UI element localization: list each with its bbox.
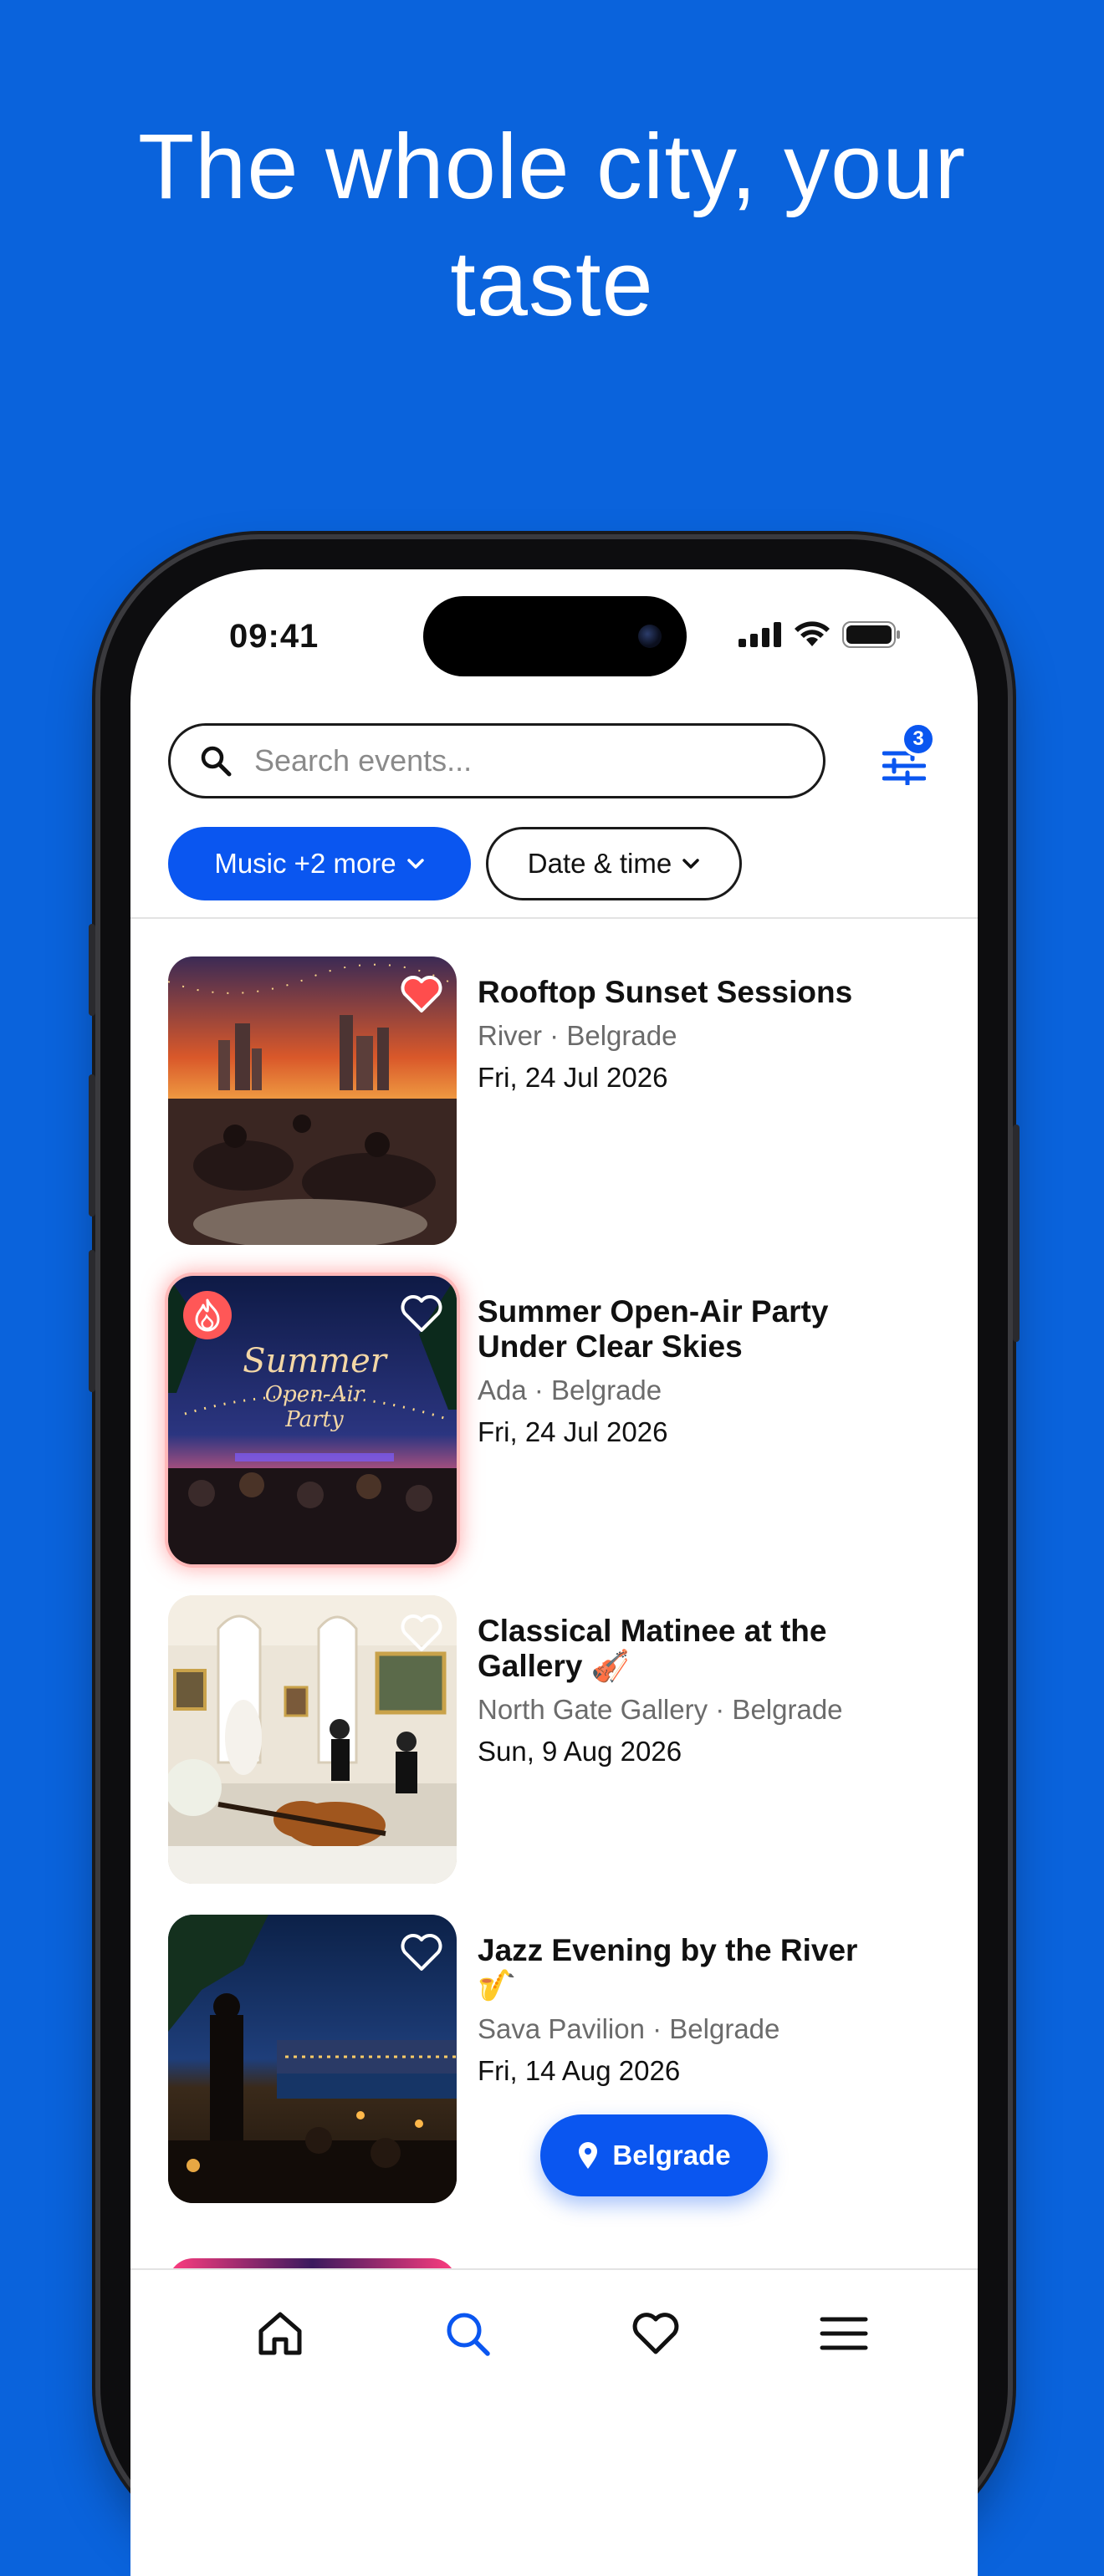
tab-favorites[interactable] xyxy=(622,2300,689,2367)
poster-text: Summer xyxy=(243,1342,389,1380)
tab-home[interactable] xyxy=(247,2300,314,2367)
map-pin-icon xyxy=(579,2142,598,2169)
bottom-tab-bar xyxy=(130,2268,978,2436)
chevron-down-icon xyxy=(406,859,424,869)
heart-filled-icon[interactable] xyxy=(398,970,445,1017)
hero-title: The whole city, your taste xyxy=(137,115,967,335)
volume-down-button xyxy=(89,1250,95,1392)
phone-frame: 09:41 Search events... 3 Music +2 more D… xyxy=(89,539,1020,2576)
status-icons xyxy=(739,621,901,648)
camera-icon xyxy=(638,625,662,648)
battery-icon xyxy=(842,621,900,648)
search-icon xyxy=(201,746,232,777)
event-title: Rooftop Sunset Sessions xyxy=(478,975,853,1009)
header-divider xyxy=(130,917,978,919)
event-image[interactable] xyxy=(168,956,457,1245)
search-input[interactable]: Search events... xyxy=(168,723,825,798)
date-time-chip[interactable]: Date & time xyxy=(486,827,742,900)
poster-text: Party xyxy=(284,1407,344,1432)
event-card[interactable]: Classical Matinee at the Gallery 🎻 North… xyxy=(168,1595,921,1884)
event-title: Jazz Evening by the River 🎷 xyxy=(478,1933,858,2002)
category-chip[interactable]: Music +2 more xyxy=(168,827,471,900)
search-placeholder: Search events... xyxy=(254,743,473,778)
event-title: Classical Matinee at the Gallery 🎻 xyxy=(478,1614,827,1683)
event-date: Sun, 9 Aug 2026 xyxy=(478,1736,682,1767)
heart-icon xyxy=(632,2313,679,2354)
event-date: Fri, 24 Jul 2026 xyxy=(478,1416,668,1447)
event-image[interactable] xyxy=(168,1915,457,2203)
location-button[interactable]: Belgrade xyxy=(540,2114,768,2196)
event-date: Fri, 24 Jul 2026 xyxy=(478,1062,668,1093)
event-venue: North Gate Gallery · Belgrade xyxy=(478,1694,843,1725)
event-image[interactable] xyxy=(168,1595,457,1884)
event-venue: Ada · Belgrade xyxy=(478,1375,662,1405)
heart-outline-icon[interactable] xyxy=(398,1289,445,1336)
app-screen: 09:41 Search events... 3 Music +2 more D… xyxy=(130,569,978,2576)
home-icon xyxy=(258,2312,302,2355)
event-venue: River · Belgrade xyxy=(478,1020,677,1051)
event-title: Summer Open-Air Party Under Clear Skies xyxy=(478,1294,829,1364)
tab-search[interactable] xyxy=(434,2300,501,2367)
date-time-chip-label: Date & time xyxy=(527,848,672,879)
trending-fire-icon xyxy=(183,1291,232,1339)
event-card[interactable]: Summer Open-Air Party Summer Open-Air Pa… xyxy=(168,1276,921,1564)
chevron-down-icon xyxy=(682,859,699,869)
power-button xyxy=(1013,1125,1020,1342)
menu-icon xyxy=(820,2317,868,2350)
action-button xyxy=(89,924,95,1016)
event-card[interactable]: Rooftop Sunset Sessions River · Belgrade… xyxy=(168,956,921,1245)
event-venue: Sava Pavilion · Belgrade xyxy=(478,2013,780,2044)
status-time: 09:41 xyxy=(229,618,319,655)
volume-up-button xyxy=(89,1074,95,1217)
filter-count-badge: 3 xyxy=(901,722,936,757)
event-date: Fri, 14 Aug 2026 xyxy=(478,2055,681,2086)
category-chip-label: Music +2 more xyxy=(214,848,396,879)
location-label: Belgrade xyxy=(612,2140,731,2170)
dynamic-island xyxy=(423,596,687,676)
heart-outline-icon[interactable] xyxy=(398,1928,445,1975)
wifi-icon xyxy=(795,621,830,646)
cellular-signal-icon xyxy=(739,622,781,647)
event-image[interactable]: Summer Open-Air Party xyxy=(168,1276,457,1564)
search-icon xyxy=(447,2313,490,2356)
heart-outline-icon[interactable] xyxy=(398,1609,445,1655)
tab-menu[interactable] xyxy=(810,2300,877,2367)
poster-text: Open-Air xyxy=(265,1382,365,1407)
